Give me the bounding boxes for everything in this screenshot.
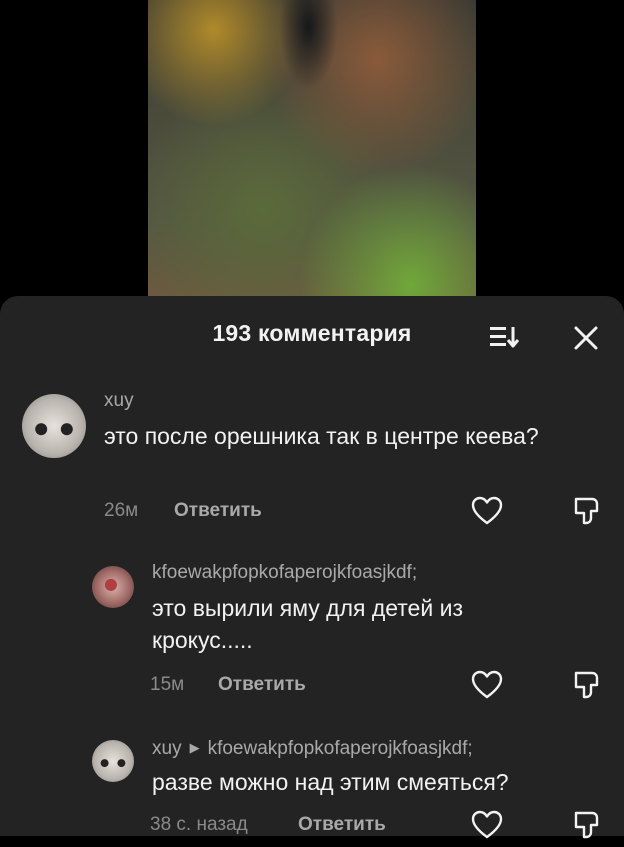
reply-target[interactable]: kfoewakpfopkofaperojkfoasjkdf; xyxy=(208,738,473,759)
heart-icon xyxy=(471,810,503,839)
dislike-button[interactable] xyxy=(570,808,604,842)
video-area[interactable] xyxy=(0,0,624,300)
reply-button[interactable]: Ответить xyxy=(298,814,386,836)
avatar[interactable] xyxy=(92,740,134,782)
comments-sheet: 193 комментария xuy это после орешника т… xyxy=(0,296,624,839)
video-thumbnail[interactable] xyxy=(148,0,476,300)
reply-item: xuy ▶ kfoewakpfopkofaperojkfoasjkdf; разве… xyxy=(0,296,624,839)
reply-arrow-icon: ▶ xyxy=(189,740,200,755)
comment-text: разве можно над этим смеяться? xyxy=(152,769,509,795)
comment-time: 38 с. назад xyxy=(150,814,248,835)
reply-author[interactable]: xuy xyxy=(152,738,182,759)
like-button[interactable] xyxy=(470,808,504,842)
thumbs-down-icon xyxy=(574,811,599,839)
comment-username: xuy ▶ kfoewakpfopkofaperojkfoasjkdf; xyxy=(152,738,473,760)
